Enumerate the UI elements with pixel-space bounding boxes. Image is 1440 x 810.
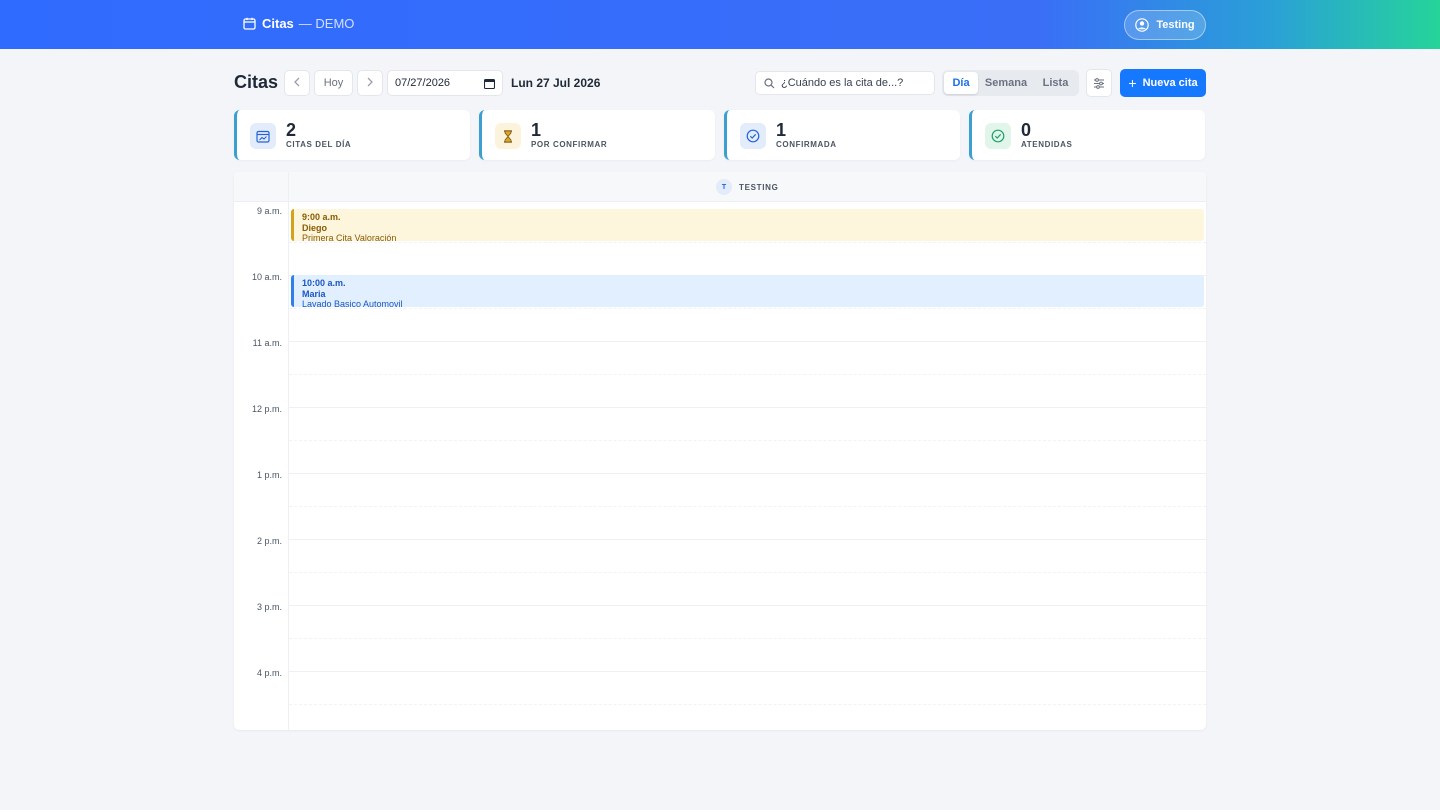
half-hour-line xyxy=(289,704,1206,705)
staff-avatar: T xyxy=(716,179,732,195)
header-gutter xyxy=(234,172,289,202)
stat-card-atendidas: 0 ATENDIDAS xyxy=(969,110,1205,160)
stat-card-por-confirmar: 1 POR CONFIRMAR xyxy=(479,110,715,160)
stat-value: 2 xyxy=(286,120,297,140)
day-calendar: T TESTING 9 a.m. 10 a.m. 11 a.m. 12 p.m.… xyxy=(234,172,1206,730)
view-switcher: Día Semana Lista xyxy=(942,70,1079,96)
hour-label: 4 p.m. xyxy=(256,668,282,678)
appointment-event[interactable]: 10:00 a.m. Maria Lavado Basico Automovil xyxy=(291,275,1204,307)
search-placeholder: ¿Cuándo es la cita de...? xyxy=(781,77,904,89)
event-time: 9:00 a.m. xyxy=(302,212,341,222)
user-name: Testing xyxy=(1156,19,1195,31)
page-title: Citas xyxy=(234,72,279,92)
stat-label: CITAS DEL DÍA xyxy=(286,140,352,149)
stat-label: ATENDIDAS xyxy=(1021,140,1073,149)
hour-line xyxy=(289,341,1206,342)
app-name: Citas xyxy=(262,16,294,31)
user-menu-button[interactable]: Testing xyxy=(1124,10,1206,40)
hour-line xyxy=(289,473,1206,474)
staff-column-header: T TESTING xyxy=(716,179,779,195)
hour-label: 9 a.m. xyxy=(256,206,282,216)
current-date-label: Lun 27 Jul 2026 xyxy=(511,76,601,90)
tab-lista[interactable]: Lista xyxy=(1034,72,1077,94)
date-picker-input[interactable]: 07/27/2026 xyxy=(387,70,503,96)
calendar-icon xyxy=(243,17,256,30)
event-service: Primera Cita Valoración xyxy=(302,233,397,241)
tab-dia[interactable]: Día xyxy=(944,72,978,94)
plus-icon: + xyxy=(1128,75,1137,91)
hour-line xyxy=(289,407,1206,408)
appointment-event[interactable]: 9:00 a.m. Diego Primera Cita Valoración xyxy=(291,209,1204,241)
search-icon xyxy=(764,77,775,88)
hour-label: 1 p.m. xyxy=(256,470,282,480)
hour-line xyxy=(289,539,1206,540)
search-input[interactable]: ¿Cuándo es la cita de...? xyxy=(755,71,935,95)
chevron-left-icon xyxy=(293,77,301,90)
next-day-button[interactable] xyxy=(357,70,383,96)
hour-label: 11 a.m. xyxy=(252,338,282,348)
stat-card-confirmada: 1 CONFIRMADA xyxy=(724,110,960,160)
hourglass-icon xyxy=(495,123,521,149)
filter-button[interactable] xyxy=(1086,69,1112,97)
chevron-right-icon xyxy=(366,77,374,90)
toolbar: Citas Hoy 07/27/2026 Lun 27 Jul 2026 ¿Cu… xyxy=(234,69,1206,97)
top-bar: Citas — DEMO Testing xyxy=(0,0,1440,49)
half-hour-line xyxy=(289,374,1206,375)
stat-label: POR CONFIRMAR xyxy=(531,140,608,149)
stat-value: 1 xyxy=(531,120,542,140)
event-service: Lavado Basico Automovil xyxy=(302,299,403,307)
stat-value: 1 xyxy=(776,120,787,140)
hour-line xyxy=(289,671,1206,672)
hour-label: 3 p.m. xyxy=(256,602,282,612)
event-time: 10:00 a.m. xyxy=(302,278,346,288)
today-button[interactable]: Hoy xyxy=(314,70,353,96)
hour-label: 2 p.m. xyxy=(256,536,282,546)
check-circle-icon xyxy=(740,123,766,149)
stat-value: 0 xyxy=(1021,120,1032,140)
check-circle-icon xyxy=(985,123,1011,149)
tab-semana[interactable]: Semana xyxy=(978,72,1034,94)
half-hour-line xyxy=(289,572,1206,573)
hour-label: 10 a.m. xyxy=(251,272,282,282)
prev-day-button[interactable] xyxy=(284,70,310,96)
user-circle-icon xyxy=(1135,18,1150,32)
app-subtitle: — DEMO xyxy=(298,16,355,31)
half-hour-line xyxy=(289,506,1206,507)
calendar-chart-icon xyxy=(250,123,276,149)
calendar-header: T TESTING xyxy=(234,172,1206,202)
stat-card-citas-del-dia: 2 CITAS DEL DÍA xyxy=(234,110,470,160)
stat-label: CONFIRMADA xyxy=(776,140,837,149)
hour-line xyxy=(289,605,1206,606)
brand[interactable]: Citas — DEMO xyxy=(243,16,354,31)
sliders-icon xyxy=(1094,77,1104,89)
half-hour-line xyxy=(289,638,1206,639)
hour-label: 12 p.m. xyxy=(251,404,282,414)
new-appointment-label: Nueva cita xyxy=(1142,77,1198,89)
half-hour-line xyxy=(289,308,1206,309)
new-appointment-button[interactable]: + Nueva cita xyxy=(1120,69,1206,97)
half-hour-line xyxy=(289,440,1206,441)
staff-name: TESTING xyxy=(739,182,779,192)
date-value: 07/27/2026 xyxy=(395,77,451,89)
calendar-picker-icon[interactable] xyxy=(483,78,496,92)
half-hour-line xyxy=(289,242,1206,243)
